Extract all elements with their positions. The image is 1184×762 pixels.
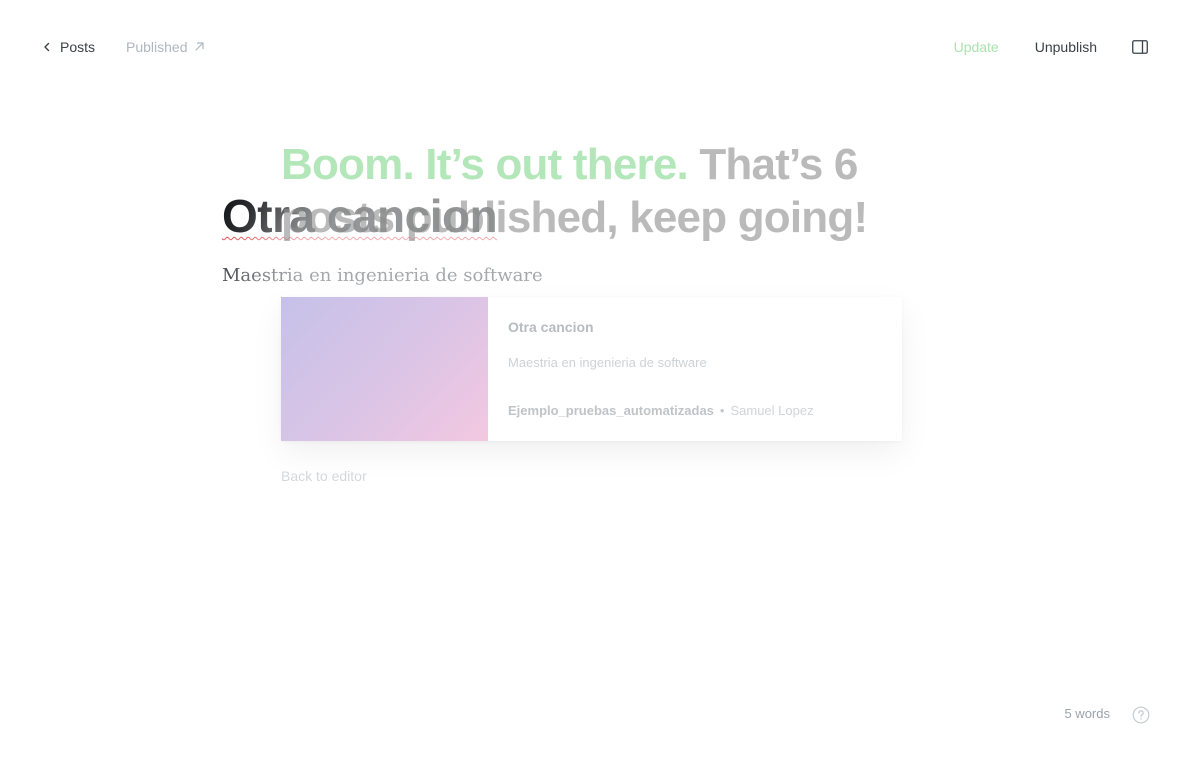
preview-author: Samuel Lopez <box>730 403 814 418</box>
preview-title: Otra cancion <box>508 319 594 335</box>
back-link-label: Posts <box>60 39 96 55</box>
word-count: 5 words <box>1064 706 1110 721</box>
meta-separator: • <box>719 403 725 418</box>
preview-excerpt: Maestria en ingenieria de software <box>508 355 707 370</box>
preview-body: Otra cancion Maestria en ingenieria de s… <box>488 297 902 441</box>
preview-meta: Ejemplo_pruebas_automatizadas • Samuel Lop… <box>508 403 814 419</box>
published-status-link[interactable]: Published <box>126 39 205 55</box>
post-title-text: Otra cancion <box>222 190 498 242</box>
topbar-left: Posts Published <box>42 36 205 58</box>
topbar-right: Update Unpublish <box>954 36 1148 58</box>
status-label: Published <box>126 39 188 55</box>
arrow-up-right-icon <box>188 39 205 55</box>
post-title[interactable]: Otra cancion <box>222 186 498 246</box>
post-excerpt-text: Maestria en ingenieria de software <box>222 265 543 286</box>
preview-site-name: Ejemplo_pruebas_automatizadas <box>508 403 714 418</box>
chevron-left-icon <box>42 40 56 54</box>
question-circle-icon[interactable] <box>1132 706 1150 724</box>
preview-feature-image <box>281 297 488 441</box>
post-preview-card[interactable]: Otra cancion Maestria en ingenieria de s… <box>281 297 902 441</box>
unpublish-button[interactable]: Unpublish <box>1035 39 1097 55</box>
update-button[interactable]: Update <box>954 39 999 55</box>
publish-confirmation-overlay: Boom. It’s out there. That’s 6 posts pub… <box>0 0 1184 762</box>
back-to-editor-link[interactable]: Back to editor <box>281 468 367 484</box>
post-excerpt[interactable]: Maestria en ingenieria de software <box>222 264 543 288</box>
sidebar-toggle-icon[interactable] <box>1132 40 1148 54</box>
headline-accent: Boom. It’s out there. <box>281 140 689 189</box>
back-to-posts-link[interactable]: Posts <box>42 39 95 55</box>
